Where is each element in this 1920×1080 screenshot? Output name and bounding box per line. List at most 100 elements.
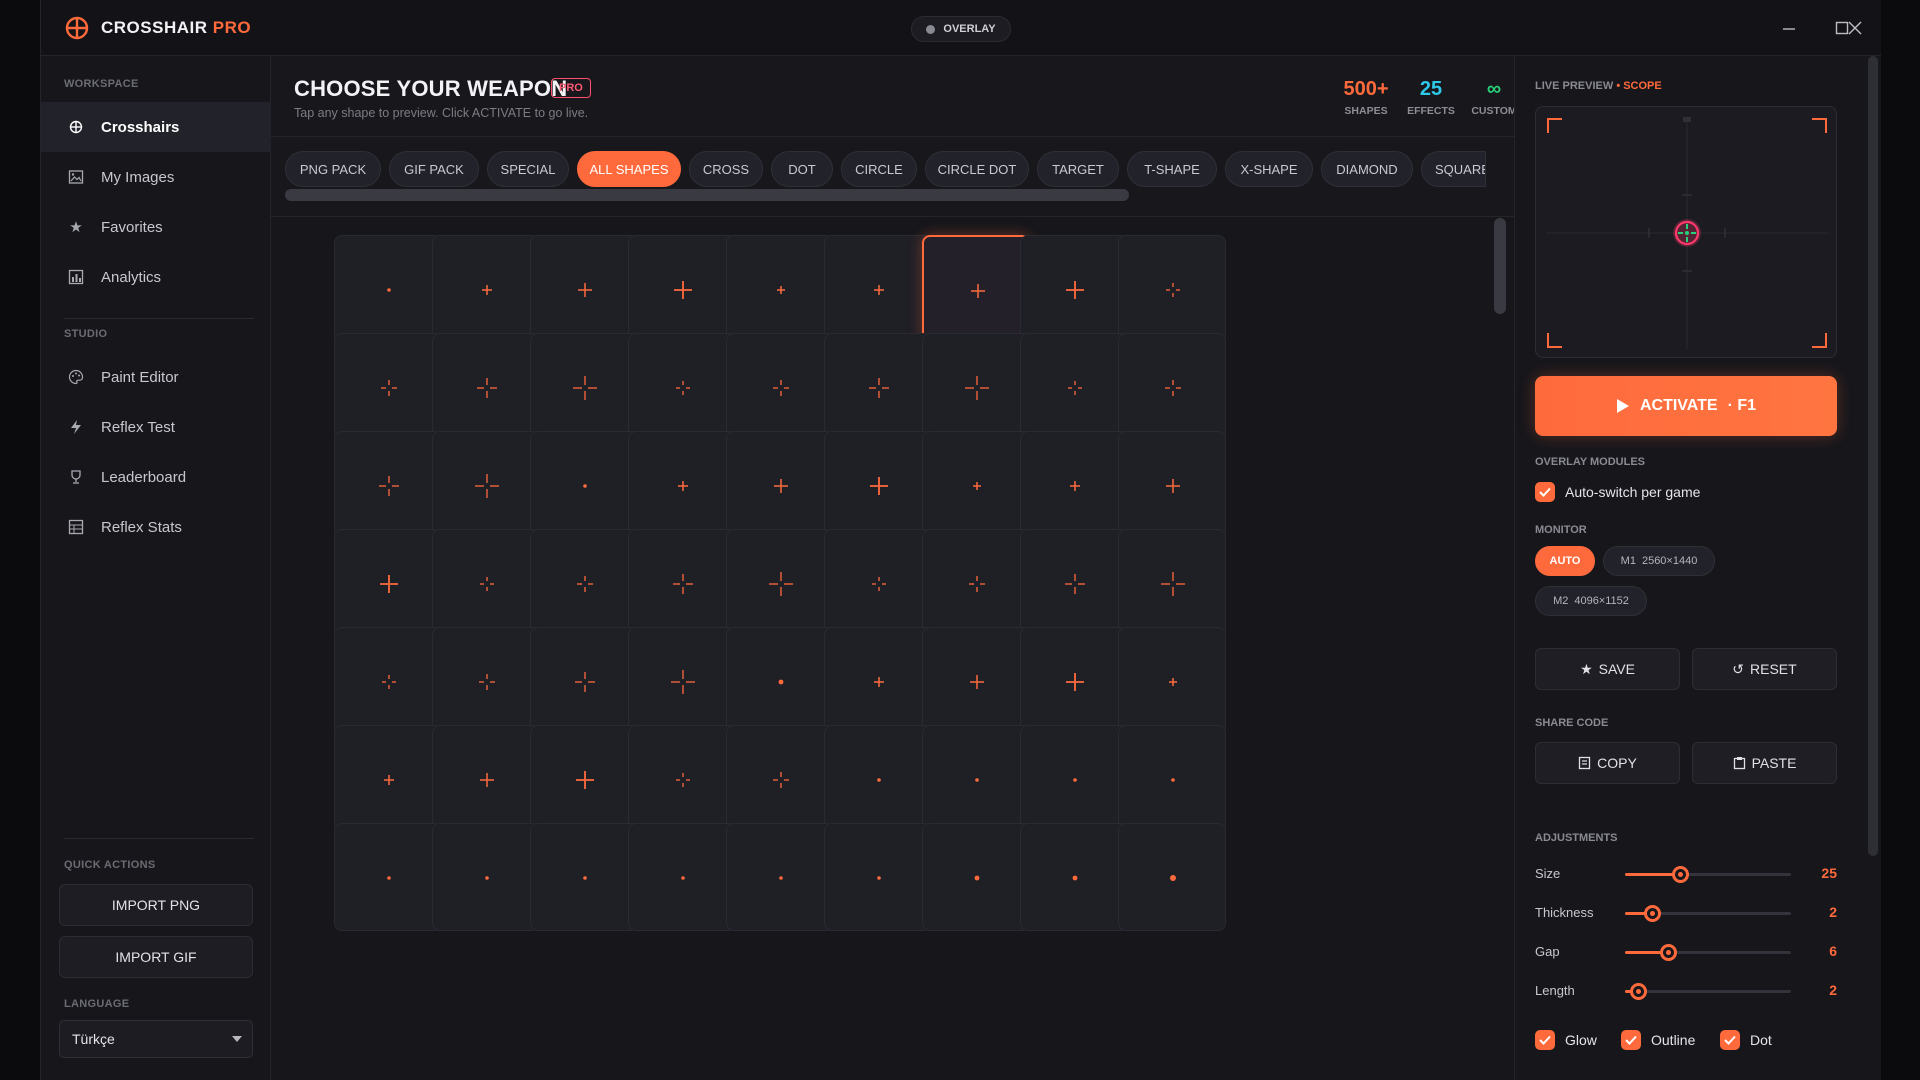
glow-checkbox[interactable]: Glow bbox=[1535, 1030, 1597, 1050]
crosshair-shape-tile[interactable] bbox=[1020, 725, 1128, 833]
crosshair-shape-tile[interactable] bbox=[334, 235, 442, 343]
minimize-icon[interactable] bbox=[1775, 14, 1803, 42]
tab-special[interactable]: SPECIAL bbox=[487, 151, 569, 187]
tab-circle-dot[interactable]: CIRCLE DOT bbox=[925, 151, 1029, 187]
crosshair-shape-tile[interactable] bbox=[334, 529, 442, 637]
slider-handle[interactable] bbox=[1643, 905, 1661, 922]
crosshair-shape-tile[interactable] bbox=[1118, 235, 1226, 343]
crosshair-shape-tile[interactable] bbox=[824, 235, 932, 343]
crosshair-shape-tile[interactable] bbox=[922, 431, 1030, 539]
crosshair-shape-tile[interactable] bbox=[922, 529, 1030, 637]
crosshair-shape-tile[interactable] bbox=[922, 823, 1030, 931]
crosshair-shape-tile[interactable] bbox=[628, 823, 736, 931]
crosshair-shape-tile[interactable] bbox=[922, 235, 1030, 343]
sidebar-item-my-images[interactable]: My Images bbox=[41, 152, 271, 202]
crosshair-shape-tile[interactable] bbox=[726, 333, 834, 441]
crosshair-shape-tile[interactable] bbox=[628, 725, 736, 833]
crosshair-shape-tile[interactable] bbox=[432, 725, 540, 833]
copy-button[interactable]: COPY bbox=[1535, 742, 1680, 784]
sidebar-item-reflex-test[interactable]: Reflex Test bbox=[41, 402, 271, 452]
sidebar-item-favorites[interactable]: ★ Favorites bbox=[41, 202, 271, 252]
monitor-m2[interactable]: M2 4096×1152 bbox=[1535, 586, 1647, 616]
outline-checkbox[interactable]: Outline bbox=[1621, 1030, 1695, 1050]
sidebar-item-crosshairs[interactable]: Crosshairs bbox=[41, 102, 271, 152]
slider-handle[interactable] bbox=[1630, 983, 1648, 1000]
tab-square[interactable]: SQUARE bbox=[1421, 151, 1486, 187]
crosshair-shape-tile[interactable] bbox=[726, 431, 834, 539]
crosshair-shape-tile[interactable] bbox=[824, 823, 932, 931]
slider-handle[interactable] bbox=[1660, 944, 1678, 961]
crosshair-shape-tile[interactable] bbox=[530, 725, 638, 833]
crosshair-shape-tile[interactable] bbox=[824, 431, 932, 539]
crosshair-shape-tile[interactable] bbox=[1118, 627, 1226, 735]
crosshair-shape-tile[interactable] bbox=[628, 235, 736, 343]
crosshair-shape-tile[interactable] bbox=[726, 823, 834, 931]
crosshair-shape-tile[interactable] bbox=[1020, 823, 1128, 931]
monitor-m1[interactable]: M1 2560×1440 bbox=[1603, 546, 1715, 576]
tab-diamond[interactable]: DIAMOND bbox=[1321, 151, 1413, 187]
crosshair-shape-tile[interactable] bbox=[334, 725, 442, 833]
crosshair-shape-tile[interactable] bbox=[530, 627, 638, 735]
crosshair-shape-tile[interactable] bbox=[530, 823, 638, 931]
sidebar-item-leaderboard[interactable]: Leaderboard bbox=[41, 452, 271, 502]
sidebar-item-analytics[interactable]: Analytics bbox=[41, 252, 271, 302]
tab-gif-pack[interactable]: GIF PACK bbox=[389, 151, 479, 187]
slider-track[interactable] bbox=[1625, 944, 1791, 961]
grid-scrollbar[interactable] bbox=[1494, 218, 1506, 314]
crosshair-shape-tile[interactable] bbox=[334, 431, 442, 539]
slider-handle[interactable] bbox=[1671, 866, 1689, 883]
crosshair-shape-tile[interactable] bbox=[432, 333, 540, 441]
crosshair-shape-tile[interactable] bbox=[824, 627, 932, 735]
crosshair-shape-tile[interactable] bbox=[334, 333, 442, 441]
overlay-toggle[interactable]: OVERLAY bbox=[911, 16, 1011, 42]
tab-all-shapes[interactable]: ALL SHAPES bbox=[577, 151, 681, 187]
crosshair-shape-tile[interactable] bbox=[1020, 529, 1128, 637]
crosshair-shape-tile[interactable] bbox=[530, 431, 638, 539]
tab-cross[interactable]: CROSS bbox=[689, 151, 763, 187]
crosshair-shape-tile[interactable] bbox=[726, 627, 834, 735]
sidebar-item-paint-editor[interactable]: Paint Editor bbox=[41, 352, 271, 402]
import-gif-button[interactable]: IMPORT GIF bbox=[59, 936, 253, 978]
crosshair-shape-tile[interactable] bbox=[824, 333, 932, 441]
crosshair-shape-tile[interactable] bbox=[1118, 529, 1226, 637]
sidebar-item-reflex-stats[interactable]: Reflex Stats bbox=[41, 502, 271, 552]
crosshair-shape-tile[interactable] bbox=[628, 627, 736, 735]
crosshair-shape-tile[interactable] bbox=[628, 529, 736, 637]
monitor-auto[interactable]: AUTO bbox=[1535, 546, 1595, 576]
tab-dot[interactable]: DOT bbox=[771, 151, 833, 187]
close-icon[interactable] bbox=[1841, 14, 1869, 42]
tab-circle[interactable]: CIRCLE bbox=[841, 151, 917, 187]
reset-button[interactable]: ↺ RESET bbox=[1692, 648, 1837, 690]
tab-target[interactable]: TARGET bbox=[1037, 151, 1119, 187]
crosshair-shape-tile[interactable] bbox=[726, 725, 834, 833]
crosshair-shape-tile[interactable] bbox=[824, 529, 932, 637]
crosshair-shape-tile[interactable] bbox=[432, 529, 540, 637]
crosshair-shape-tile[interactable] bbox=[1118, 823, 1226, 931]
slider-track[interactable] bbox=[1625, 905, 1791, 922]
crosshair-shape-tile[interactable] bbox=[530, 529, 638, 637]
crosshair-shape-tile[interactable] bbox=[1020, 235, 1128, 343]
crosshair-shape-tile[interactable] bbox=[432, 431, 540, 539]
crosshair-shape-tile[interactable] bbox=[1118, 725, 1226, 833]
crosshair-shape-tile[interactable] bbox=[530, 235, 638, 343]
crosshair-shape-tile[interactable] bbox=[432, 823, 540, 931]
crosshair-shape-tile[interactable] bbox=[1118, 333, 1226, 441]
tab-t-shape[interactable]: T-SHAPE bbox=[1127, 151, 1217, 187]
activate-button[interactable]: ACTIVATE · F1 bbox=[1535, 376, 1837, 436]
slider-track[interactable] bbox=[1625, 983, 1791, 1000]
dot-checkbox[interactable]: Dot bbox=[1720, 1030, 1772, 1050]
crosshair-shape-tile[interactable] bbox=[922, 333, 1030, 441]
slider-track[interactable] bbox=[1625, 866, 1791, 883]
tab-png-pack[interactable]: PNG PACK bbox=[285, 151, 381, 187]
crosshair-shape-tile[interactable] bbox=[922, 627, 1030, 735]
right-panel-scrollbar[interactable] bbox=[1868, 56, 1878, 856]
crosshair-shape-tile[interactable] bbox=[922, 725, 1030, 833]
crosshair-shape-tile[interactable] bbox=[726, 529, 834, 637]
tab-x-shape[interactable]: X-SHAPE bbox=[1225, 151, 1313, 187]
tabs-scrollbar[interactable] bbox=[285, 189, 1129, 201]
crosshair-shape-tile[interactable] bbox=[530, 333, 638, 441]
paste-button[interactable]: PASTE bbox=[1692, 742, 1837, 784]
crosshair-shape-tile[interactable] bbox=[824, 725, 932, 833]
crosshair-shape-tile[interactable] bbox=[1020, 627, 1128, 735]
crosshair-shape-tile[interactable] bbox=[334, 823, 442, 931]
